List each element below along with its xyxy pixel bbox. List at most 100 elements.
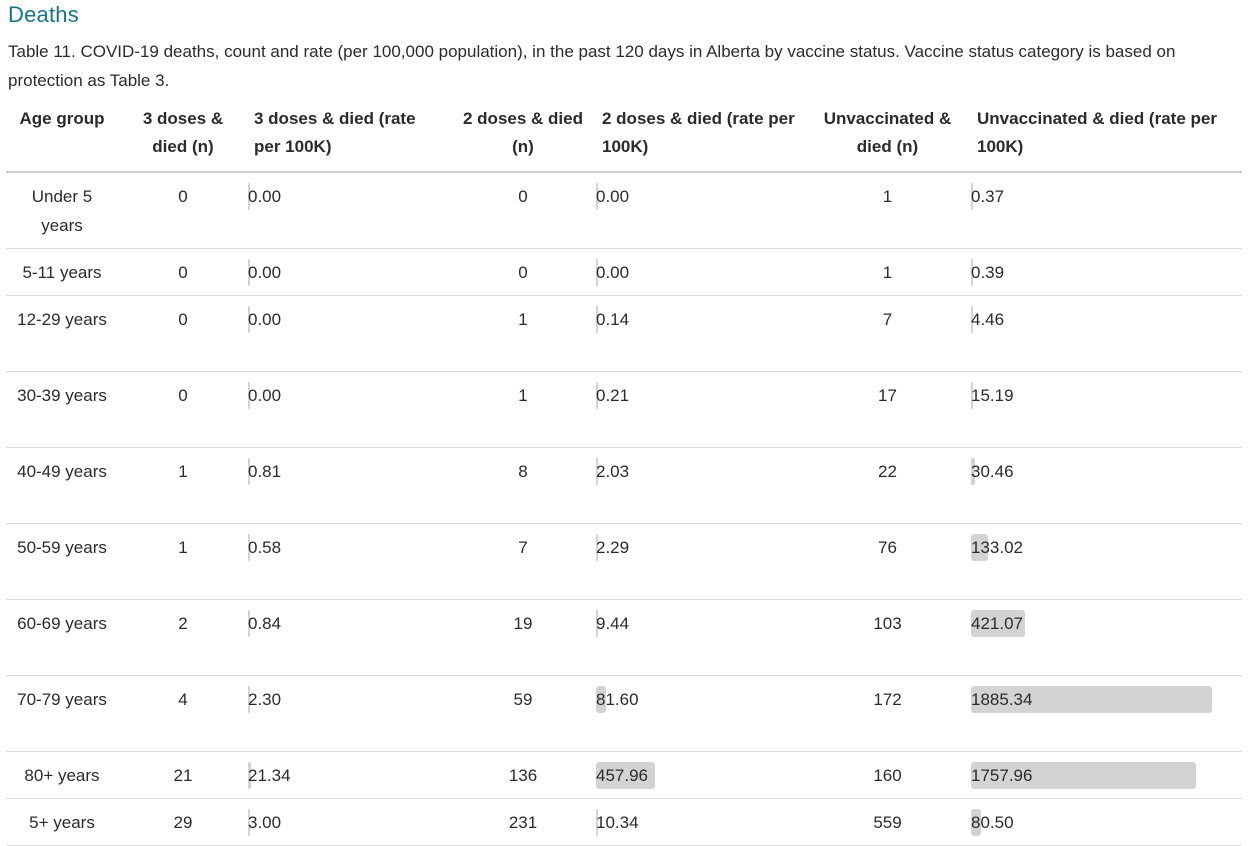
rate-value: 457.96 xyxy=(596,766,648,785)
rate-bar-wrap: 10.34 xyxy=(596,808,798,837)
rate-bar-wrap: 0.21 xyxy=(596,381,798,410)
rate-bar-wrap: 4.46 xyxy=(971,305,1236,334)
two-doses-count-cell: 0 xyxy=(450,248,596,296)
rate-bar-wrap: 0.58 xyxy=(248,533,444,562)
deaths-section: Deaths Table 11. COVID-19 deaths, count … xyxy=(0,0,1249,846)
two-doses-count-cell: 1 xyxy=(450,295,596,372)
three-doses-rate-cell: 0.58 xyxy=(248,523,450,600)
rate-value: 15.19 xyxy=(971,386,1014,405)
rate-value: 2.30 xyxy=(248,690,282,709)
three-doses-count-cell: 4 xyxy=(118,675,248,752)
rate-value: 3.00 xyxy=(248,813,282,832)
unvaccinated-count-cell: 1 xyxy=(804,248,971,296)
three-doses-count-cell: 29 xyxy=(118,798,248,846)
table-caption: Table 11. COVID-19 deaths, count and rat… xyxy=(8,42,1176,90)
two-doses-rate-cell: 0.00 xyxy=(596,248,804,296)
table-row: 30-39 years 0 0.00 1 0.21 17 15.19 xyxy=(6,371,1242,448)
rate-value: 0.81 xyxy=(248,462,282,481)
table-row: 80+ years 21 21.34 136 457.96 160 1757.96 xyxy=(6,751,1242,799)
three-doses-rate-cell: 0.00 xyxy=(248,295,450,372)
header-3-doses-count[interactable]: 3 doses & died (n) xyxy=(118,104,248,173)
rate-value: 0.84 xyxy=(248,614,282,633)
rate-value: 0.00 xyxy=(248,263,282,282)
three-doses-count-cell: 0 xyxy=(118,248,248,296)
two-doses-rate-cell: 0.14 xyxy=(596,295,804,372)
rate-bar-wrap: 30.46 xyxy=(971,457,1236,486)
header-3-doses-rate[interactable]: 3 doses & died (rate per 100K) xyxy=(248,104,450,173)
unvaccinated-count-cell: 17 xyxy=(804,371,971,448)
age-group-cell: 60-69 years xyxy=(6,599,118,676)
rate-value: 0.14 xyxy=(596,310,630,329)
age-group-cell: 40-49 years xyxy=(6,447,118,524)
three-doses-rate-cell: 0.00 xyxy=(248,248,450,296)
unvaccinated-count-cell: 22 xyxy=(804,447,971,524)
two-doses-count-cell: 0 xyxy=(450,172,596,249)
age-group-cell: 70-79 years xyxy=(6,675,118,752)
rate-value: 0.00 xyxy=(248,386,282,405)
rate-bar-wrap: 1885.34 xyxy=(971,685,1236,714)
header-unvaccinated-rate[interactable]: Unvaccinated & died (rate per 100K) xyxy=(971,104,1242,173)
two-doses-count-cell: 59 xyxy=(450,675,596,752)
rate-bar-wrap: 0.00 xyxy=(596,182,798,211)
table-row: Under 5 years 0 0.00 0 0.00 1 0.37 xyxy=(6,172,1242,249)
header-2-doses-rate[interactable]: 2 doses & died (rate per 100K) xyxy=(596,104,804,173)
rate-bar-wrap: 421.07 xyxy=(971,609,1236,638)
rate-bar-wrap: 2.03 xyxy=(596,457,798,486)
three-doses-count-cell: 1 xyxy=(118,523,248,600)
two-doses-rate-cell: 10.34 xyxy=(596,798,804,846)
rate-bar-wrap: 0.37 xyxy=(971,182,1236,211)
table-header: Age group 3 doses & died (n) 3 doses & d… xyxy=(6,104,1242,173)
two-doses-rate-cell: 0.00 xyxy=(596,172,804,249)
rate-value: 0.21 xyxy=(596,386,630,405)
header-age-group[interactable]: Age group xyxy=(6,104,118,173)
three-doses-rate-cell: 0.84 xyxy=(248,599,450,676)
rate-bar-wrap: 0.00 xyxy=(248,182,444,211)
unvaccinated-rate-cell: 421.07 xyxy=(971,599,1242,676)
header-2-doses-count[interactable]: 2 doses & died (n) xyxy=(450,104,596,173)
unvaccinated-rate-cell: 15.19 xyxy=(971,371,1242,448)
rate-value: 10.34 xyxy=(596,813,639,832)
rate-value: 0.58 xyxy=(248,538,282,557)
deaths-table: Age group 3 doses & died (n) 3 doses & d… xyxy=(6,104,1242,846)
rate-bar-wrap: 80.50 xyxy=(971,808,1236,837)
unvaccinated-count-cell: 76 xyxy=(804,523,971,600)
rate-value: 0.00 xyxy=(248,187,282,206)
three-doses-count-cell: 2 xyxy=(118,599,248,676)
unvaccinated-rate-cell: 0.37 xyxy=(971,172,1242,249)
table-row: 60-69 years 2 0.84 19 9.44 103 421.07 xyxy=(6,599,1242,676)
unvaccinated-count-cell: 172 xyxy=(804,675,971,752)
age-group-cell: 5+ years xyxy=(6,798,118,846)
rate-value: 2.29 xyxy=(596,538,630,557)
age-group-cell: 12-29 years xyxy=(6,295,118,372)
rate-bar-wrap: 457.96 xyxy=(596,761,798,790)
rate-value: 133.02 xyxy=(971,538,1023,557)
header-row: Age group 3 doses & died (n) 3 doses & d… xyxy=(6,104,1242,173)
two-doses-count-cell: 19 xyxy=(450,599,596,676)
rate-value: 81.60 xyxy=(596,690,639,709)
table-row: 40-49 years 1 0.81 8 2.03 22 30.46 xyxy=(6,447,1242,524)
two-doses-count-cell: 231 xyxy=(450,798,596,846)
rate-value: 0.00 xyxy=(596,263,630,282)
unvaccinated-rate-cell: 30.46 xyxy=(971,447,1242,524)
three-doses-count-cell: 1 xyxy=(118,447,248,524)
three-doses-rate-cell: 0.00 xyxy=(248,172,450,249)
rate-value: 0.00 xyxy=(248,310,282,329)
rate-bar-wrap: 81.60 xyxy=(596,685,798,714)
table-row: 5+ years 29 3.00 231 10.34 559 80.50 xyxy=(6,798,1242,846)
three-doses-rate-cell: 21.34 xyxy=(248,751,450,799)
two-doses-rate-cell: 81.60 xyxy=(596,675,804,752)
table-row: 12-29 years 0 0.00 1 0.14 7 4.46 xyxy=(6,295,1242,372)
table-row: 70-79 years 4 2.30 59 81.60 172 1885.34 xyxy=(6,675,1242,752)
rate-bar-wrap: 0.00 xyxy=(248,305,444,334)
unvaccinated-rate-cell: 0.39 xyxy=(971,248,1242,296)
two-doses-rate-cell: 2.29 xyxy=(596,523,804,600)
rate-bar-wrap: 133.02 xyxy=(971,533,1236,562)
section-title: Deaths xyxy=(8,2,79,27)
unvaccinated-count-cell: 1 xyxy=(804,172,971,249)
table-body: Under 5 years 0 0.00 0 0.00 1 0.37 5-11 years 0 0… xyxy=(6,172,1242,846)
unvaccinated-count-cell: 103 xyxy=(804,599,971,676)
two-doses-rate-cell: 9.44 xyxy=(596,599,804,676)
header-unvaccinated-count[interactable]: Unvaccinated & died (n) xyxy=(804,104,971,173)
two-doses-rate-cell: 2.03 xyxy=(596,447,804,524)
two-doses-rate-cell: 0.21 xyxy=(596,371,804,448)
